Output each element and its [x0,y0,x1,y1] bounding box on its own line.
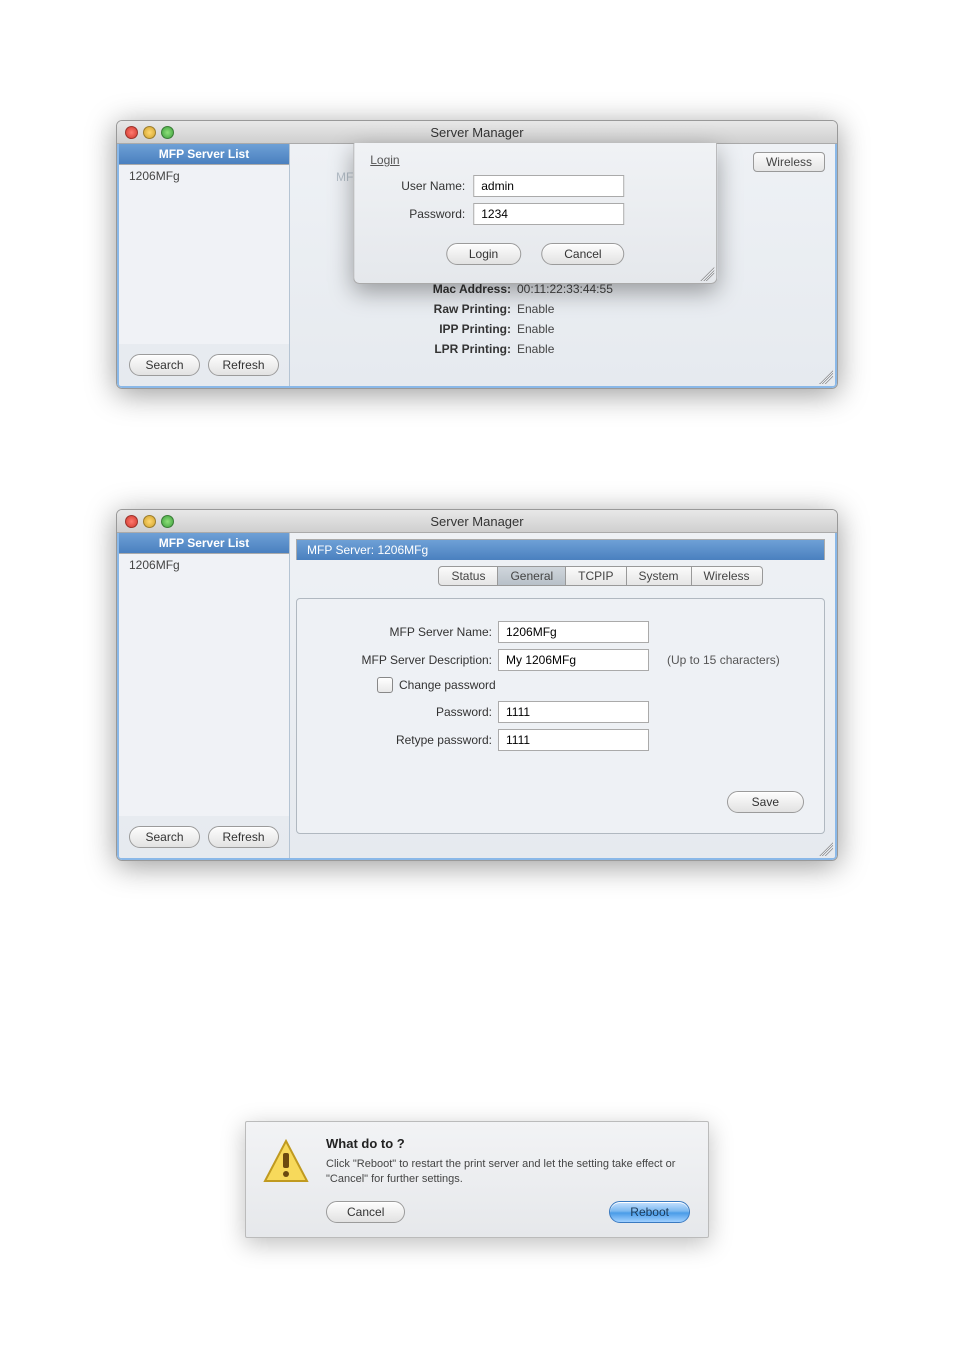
mac-address-label: Mac Address: [336,282,517,296]
tab-general[interactable]: General [498,566,566,586]
tab-wireless[interactable]: Wireless [753,152,825,172]
server-name-label: MFP Server Name: [317,625,498,639]
new-password-input[interactable] [498,701,649,723]
save-button[interactable]: Save [727,791,804,813]
reboot-title: What do to ? [326,1136,690,1151]
raw-printing-label: Raw Printing: [336,302,517,316]
resize-grip-icon[interactable] [819,842,833,856]
refresh-button[interactable]: Refresh [208,354,279,376]
reboot-cancel-button[interactable]: Cancel [326,1201,405,1223]
ipp-printing-value: Enable [517,322,554,336]
search-button[interactable]: Search [129,826,200,848]
sidebar: MFP Server List 1206MFg Search Refresh [119,533,290,858]
server-description-label: MFP Server Description: [317,653,498,667]
cancel-button[interactable]: Cancel [541,243,624,265]
window-title: Server Manager [117,514,837,529]
search-button[interactable]: Search [129,354,200,376]
server-description-input[interactable] [498,649,649,671]
login-title: Login [370,153,700,167]
new-password-label: Password: [317,705,498,719]
refresh-button[interactable]: Refresh [208,826,279,848]
resize-grip-icon[interactable] [700,267,714,281]
mac-address-value: 00:11:22:33:44:55 [517,282,613,296]
password-label: Password: [370,207,473,221]
server-list[interactable]: 1206MFg [119,554,289,816]
tab-status[interactable]: Status [438,566,498,586]
sidebar: MFP Server List 1206MFg Search Refresh [119,144,290,386]
panel-header: MFP Server: 1206MFg [296,539,825,560]
change-password-label: Change password [399,678,496,692]
server-manager-window-login: Server Manager Login User Name: Password… [116,120,838,389]
change-password-checkbox[interactable] [377,677,393,693]
username-input[interactable] [473,175,624,197]
sidebar-header: MFP Server List [119,533,289,554]
raw-printing-value: Enable [517,302,554,316]
server-list[interactable]: 1206MFg [119,165,289,344]
password-input[interactable] [473,203,624,225]
reboot-button[interactable]: Reboot [609,1201,690,1223]
tab-wireless[interactable]: Wireless [692,566,763,586]
description-hint: (Up to 15 characters) [667,653,780,667]
server-name-input[interactable] [498,621,649,643]
general-panel: MFP Server Name: MFP Server Description:… [296,598,825,834]
server-list-item[interactable]: 1206MFg [119,165,289,187]
username-label: User Name: [370,179,473,193]
lpr-printing-value: Enable [517,342,554,356]
titlebar[interactable]: Server Manager [117,121,837,144]
server-list-item[interactable]: 1206MFg [119,554,289,576]
warning-icon [260,1136,312,1188]
main-panel: MFP Server: 1206MFg Status General TCPIP… [290,533,835,858]
retype-password-label: Retype password: [317,733,498,747]
server-manager-window-general: Server Manager MFP Server List 1206MFg S… [116,509,838,861]
sidebar-header: MFP Server List [119,144,289,165]
tab-system[interactable]: System [627,566,692,586]
ipp-printing-label: IPP Printing: [336,322,517,336]
reboot-text: Click "Reboot" to restart the print serv… [326,1157,690,1187]
login-dialog: Login User Name: Password: Login Cancel [353,143,717,284]
titlebar[interactable]: Server Manager [117,510,837,533]
tab-tcpip[interactable]: TCPIP [566,566,626,586]
window-title: Server Manager [117,125,837,140]
lpr-printing-label: LPR Printing: [336,342,517,356]
login-button[interactable]: Login [446,243,521,265]
reboot-dialog: What do to ? Click "Reboot" to restart t… [245,1121,709,1238]
resize-grip-icon[interactable] [819,370,833,384]
retype-password-input[interactable] [498,729,649,751]
